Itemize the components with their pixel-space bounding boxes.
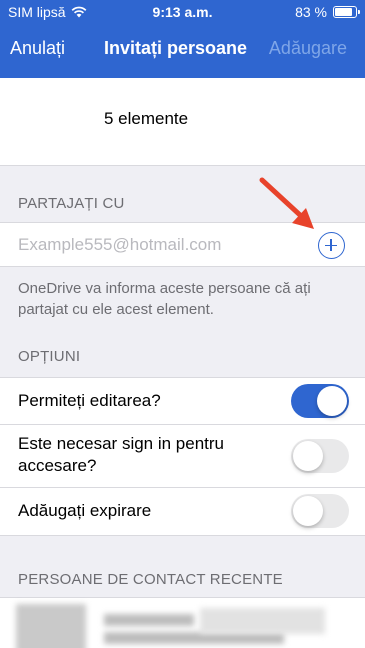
cancel-button[interactable]: Anulați [10, 38, 65, 59]
email-input[interactable]: Example555@hotmail.com [18, 235, 221, 255]
recent-contacts-header: PERSOANE DE CONTACT RECENTE [18, 571, 283, 588]
add-expiration-toggle[interactable] [291, 494, 349, 528]
red-arrow-annotation [259, 177, 314, 229]
require-sign-in-toggle[interactable] [291, 439, 349, 473]
option-add-expiration: Adăugați expirare [0, 488, 365, 535]
items-count: 5 elemente [104, 109, 189, 128]
blurred-contact-extra [200, 608, 325, 634]
option-label: Este necesar sign in pentru accesare? [18, 434, 225, 475]
blurred-contact-name [104, 614, 194, 626]
share-info-text: OneDrive va informa aceste persoane că a… [18, 280, 311, 318]
allow-editing-toggle[interactable] [291, 384, 349, 418]
page-title: Invitați persoane [104, 38, 248, 58]
recent-contact-item[interactable] [0, 597, 365, 648]
add-contact-icon[interactable] [318, 232, 345, 259]
option-label: Adăugați expirare [18, 501, 152, 520]
option-require-sign-in: Este necesar sign in pentru accesare? [0, 425, 365, 488]
option-allow-editing: Permiteți editarea? [0, 378, 365, 425]
battery-icon [333, 6, 360, 18]
avatar [16, 604, 86, 648]
options-header: OPȚIUNI [18, 348, 81, 365]
options-list: Permiteți editarea? Este necesar sign in… [0, 377, 365, 536]
toggle-knob [293, 441, 323, 471]
toggle-knob [293, 496, 323, 526]
status-bar: SIM lipsă 9:13 a.m. 83 % [0, 0, 365, 28]
top-bar: SIM lipsă 9:13 a.m. 83 % Anulați Invitaț… [0, 0, 365, 78]
items-summary: 5 elemente [0, 78, 365, 166]
add-button[interactable]: Adăugare [269, 38, 347, 59]
battery-percent: 83 % [295, 4, 327, 20]
share-with-header: PARTAJAȚI CU [18, 195, 125, 212]
navigation-bar: Anulați Invitați persoane Adăugare [0, 30, 365, 70]
toggle-knob [317, 386, 347, 416]
battery-info: 83 % [295, 4, 360, 20]
option-label: Permiteți editarea? [18, 391, 161, 410]
